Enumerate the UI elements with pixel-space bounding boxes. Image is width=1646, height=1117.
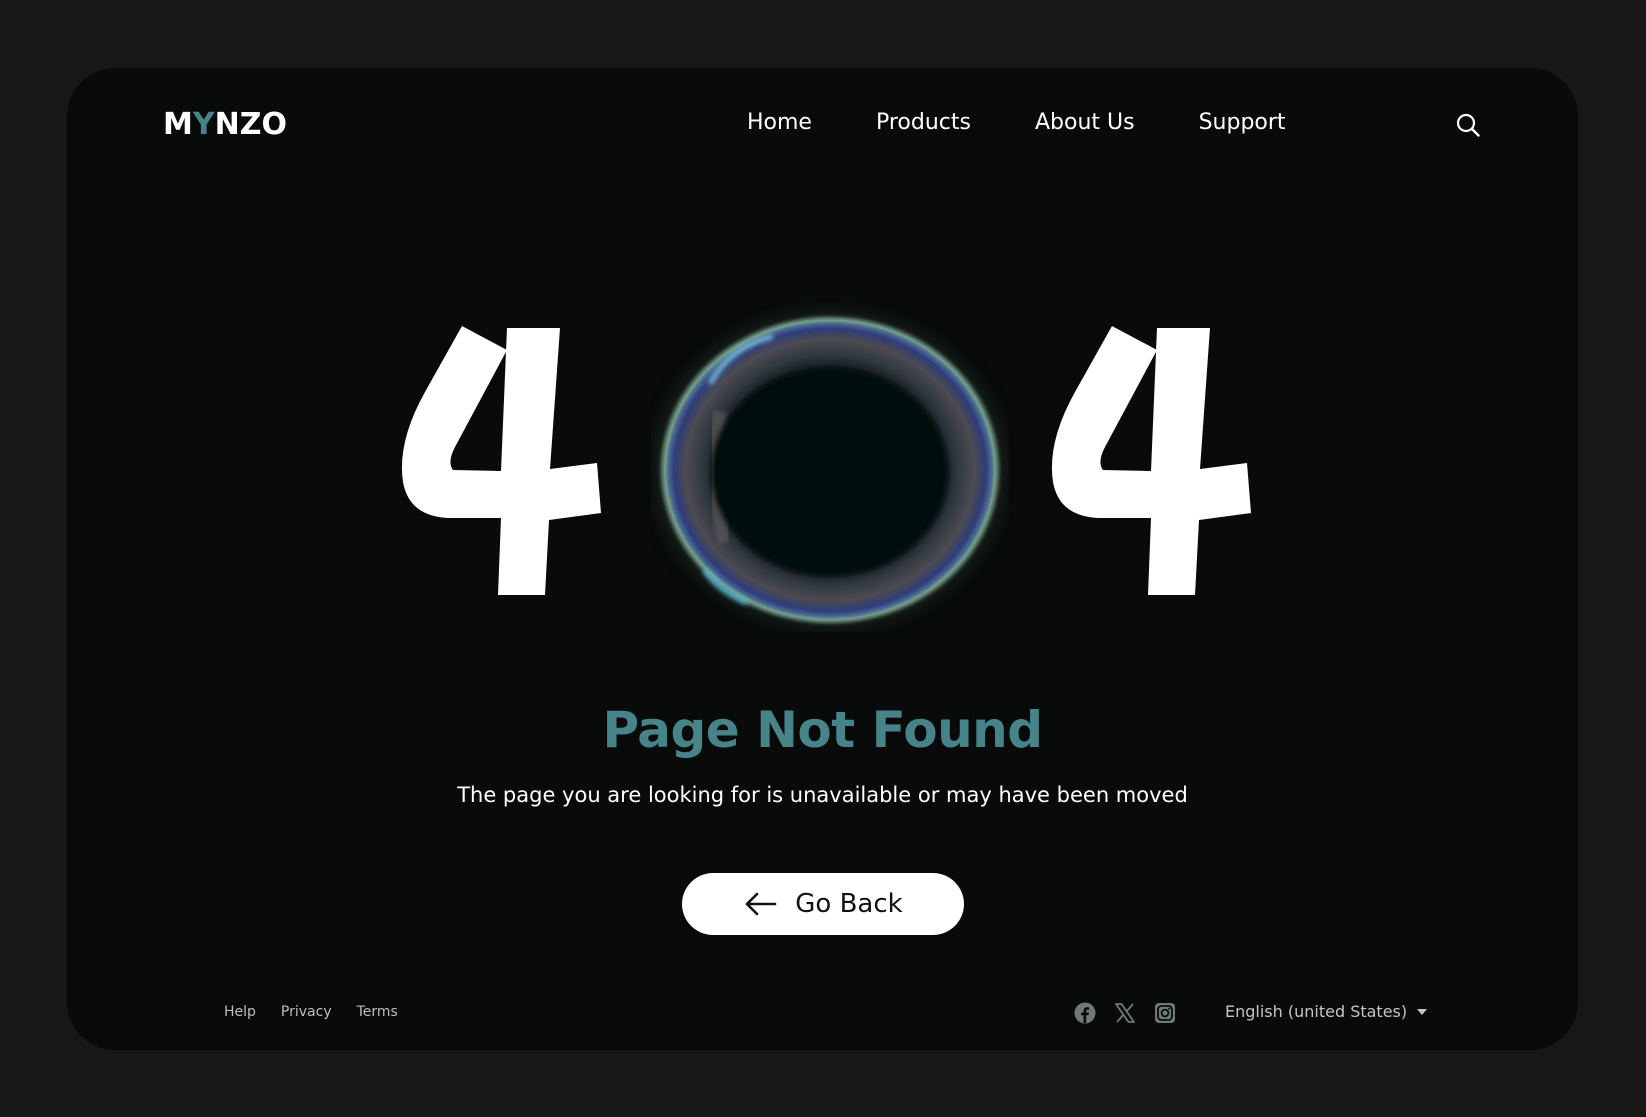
go-back-button[interactable]: Go Back	[682, 873, 964, 935]
x-icon	[1115, 1003, 1135, 1023]
footer-link-help[interactable]: Help	[224, 1004, 256, 1020]
nav-item-products[interactable]: Products	[876, 110, 971, 136]
logo-text-start: M	[163, 107, 193, 142]
go-back-label: Go Back	[795, 889, 903, 919]
logo-text-accent: Y	[192, 107, 215, 142]
chevron-down-icon	[1417, 1008, 1428, 1015]
page-card: MYNZO Home Products About Us Support Pag…	[67, 68, 1578, 1050]
nav-item-about-us[interactable]: About Us	[1035, 110, 1135, 136]
instagram-link[interactable]	[1153, 1001, 1177, 1025]
digit-four-left	[401, 326, 601, 595]
main-nav: Home Products About Us Support	[747, 110, 1286, 136]
language-selector[interactable]: English (united States)	[1225, 1002, 1428, 1021]
footer-link-terms[interactable]: Terms	[357, 1004, 398, 1020]
nav-item-home[interactable]: Home	[747, 110, 812, 136]
footer-links: Help Privacy Terms	[224, 1004, 398, 1020]
page-subtitle: The page you are looking for is unavaila…	[457, 783, 1188, 807]
search-button[interactable]	[1453, 110, 1483, 140]
language-label: English (united States)	[1225, 1002, 1408, 1021]
nav-item-support[interactable]: Support	[1199, 110, 1286, 136]
footer-link-privacy[interactable]: Privacy	[281, 1004, 332, 1020]
search-icon	[1456, 113, 1480, 137]
x-link[interactable]	[1113, 1001, 1137, 1025]
page-title: Page Not Found	[602, 701, 1043, 759]
zero-bubble	[651, 302, 1009, 632]
digit-four-right	[1051, 326, 1251, 595]
social-links	[1073, 1001, 1177, 1025]
instagram-icon	[1155, 1003, 1175, 1023]
arrow-left-icon	[743, 891, 777, 917]
logo-text-end: NZO	[214, 107, 287, 142]
facebook-link[interactable]	[1073, 1001, 1097, 1025]
brand-logo[interactable]: MYNZO	[163, 110, 287, 140]
facebook-icon	[1074, 1002, 1096, 1024]
